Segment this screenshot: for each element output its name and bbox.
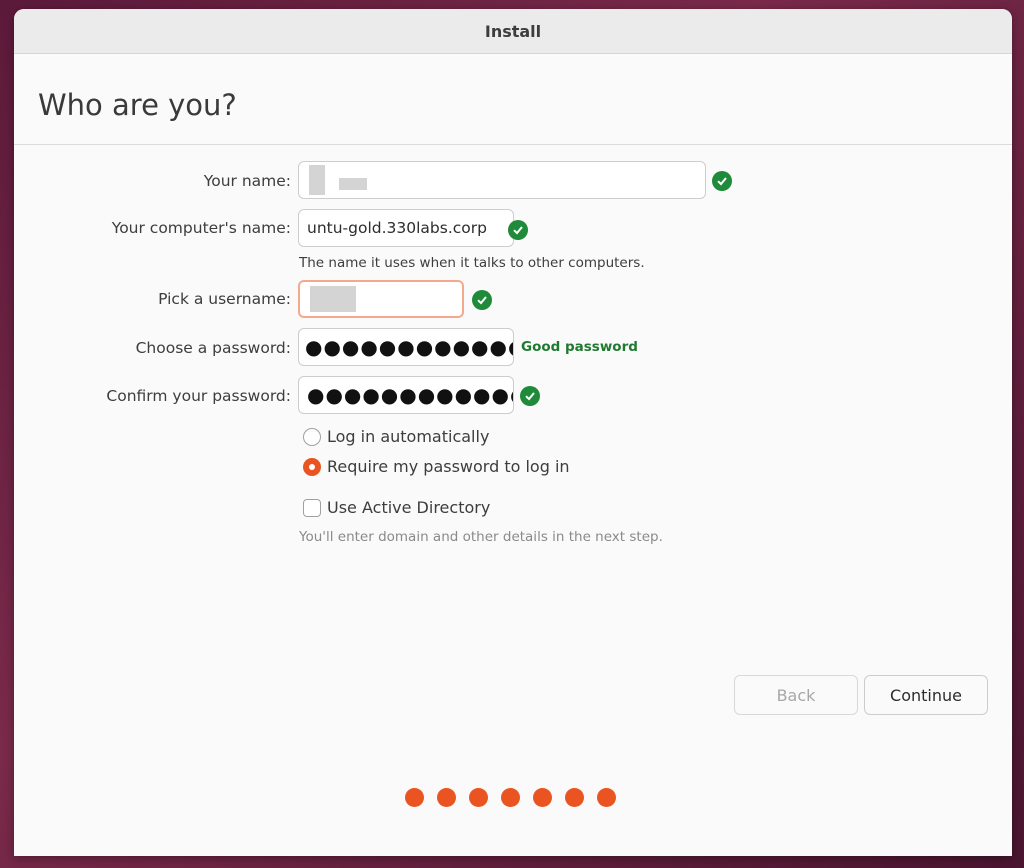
back-button[interactable]: Back xyxy=(734,675,858,715)
username-valid-icon xyxy=(472,290,492,310)
password-label: Choose a password: xyxy=(135,339,291,357)
confirm-password-value: ●●●●●●●●●●●●● xyxy=(307,383,513,407)
installer-window: Install Who are you? Your name: Your com… xyxy=(14,9,1012,856)
name-field[interactable] xyxy=(298,161,706,199)
login-automatically-radio[interactable] xyxy=(303,428,321,446)
progress-dot xyxy=(405,788,424,807)
password-field[interactable]: ●●●●●●●●●●●● xyxy=(298,328,514,366)
active-directory-checkbox[interactable] xyxy=(303,499,321,517)
password-strength: Good password xyxy=(521,339,638,355)
name-label: Your name: xyxy=(203,172,291,190)
computer-name-valid-icon xyxy=(508,220,528,240)
username-label: Pick a username: xyxy=(158,290,291,308)
confirm-password-valid-icon xyxy=(520,386,540,406)
redacted-name xyxy=(309,165,325,195)
name-valid-icon xyxy=(712,171,732,191)
progress-indicator xyxy=(405,788,616,807)
progress-dot xyxy=(501,788,520,807)
confirm-password-field[interactable]: ●●●●●●●●●●●●● xyxy=(298,376,514,414)
progress-dot xyxy=(437,788,456,807)
active-directory-label[interactable]: Use Active Directory xyxy=(327,498,490,517)
username-field[interactable] xyxy=(298,280,464,318)
computer-name-hint: The name it uses when it talks to other … xyxy=(299,255,645,271)
redacted-username xyxy=(310,286,356,312)
progress-dot xyxy=(533,788,552,807)
progress-dot xyxy=(565,788,584,807)
redacted-name xyxy=(339,178,367,190)
progress-dot xyxy=(469,788,488,807)
continue-button[interactable]: Continue xyxy=(864,675,988,715)
computer-name-field[interactable]: untu-gold.330labs.corp xyxy=(298,209,514,247)
require-password-label[interactable]: Require my password to log in xyxy=(327,457,570,476)
password-value: ●●●●●●●●●●●● xyxy=(305,335,514,359)
active-directory-hint: You'll enter domain and other details in… xyxy=(299,529,663,545)
require-password-radio[interactable] xyxy=(303,458,321,476)
confirm-password-label: Confirm your password: xyxy=(106,387,291,405)
user-form: Your name: Your computer's name: untu-go… xyxy=(14,9,1012,856)
computer-name-label: Your computer's name: xyxy=(111,219,291,237)
progress-dot xyxy=(597,788,616,807)
login-automatically-label[interactable]: Log in automatically xyxy=(327,427,489,446)
computer-name-value: untu-gold.330labs.corp xyxy=(307,219,487,237)
